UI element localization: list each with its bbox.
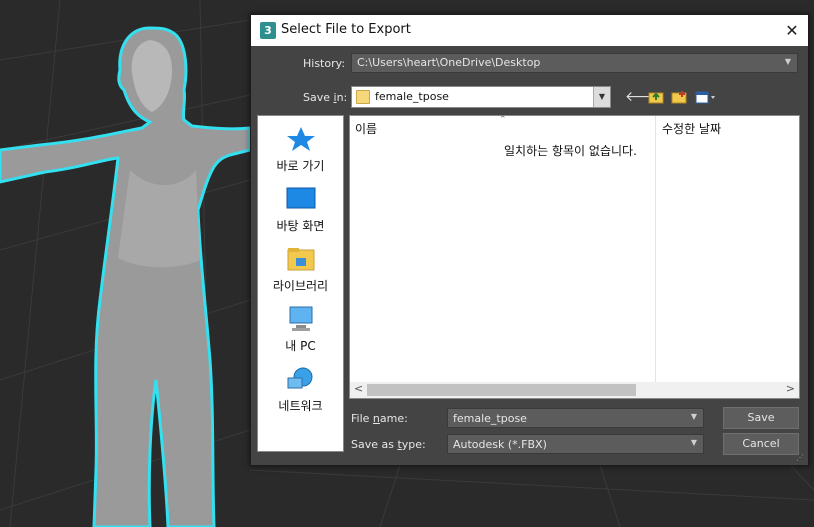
save-in-label: Save in: (303, 91, 348, 104)
save-in-dropdown[interactable]: female_tpose ▼ (351, 86, 611, 108)
3ds-max-app-icon: 3 (260, 22, 276, 39)
places-bar: 바로 가기 바탕 화면 라이브러리 내 PC 네트워크 (257, 115, 344, 452)
cancel-button[interactable]: Cancel (723, 433, 799, 455)
place-desktop[interactable]: 바탕 화면 (258, 186, 343, 234)
history-value: C:\Users\heart\OneDrive\Desktop (357, 56, 541, 69)
place-libraries[interactable]: 라이브러리 (258, 246, 343, 294)
save-button[interactable]: Save (723, 407, 799, 429)
column-divider[interactable] (655, 116, 656, 382)
horizontal-scrollbar[interactable]: < > (350, 382, 799, 398)
file-name-label: File name: (351, 412, 408, 425)
chevron-left-icon[interactable]: < (354, 382, 363, 395)
chevron-down-icon: ▼ (784, 57, 791, 66)
dialog-title: Select File to Export (281, 22, 411, 37)
network-icon (286, 366, 316, 392)
resize-grip-icon[interactable]: ⋰ (796, 453, 806, 463)
empty-list-message: 일치하는 항목이 없습니다. (504, 144, 637, 158)
save-as-type-dropdown[interactable]: Autodesk (*.FBX) ▼ (447, 434, 704, 454)
chevron-down-icon: ▼ (690, 438, 697, 447)
chevron-right-icon[interactable]: > (786, 382, 795, 395)
column-header-date-modified[interactable]: 수정한 날짜 (662, 120, 721, 137)
scrollbar-thumb[interactable] (367, 384, 636, 396)
file-name-value: female_tpose (453, 412, 527, 425)
place-label: 바탕 화면 (276, 219, 325, 233)
place-label: 라이브러리 (272, 279, 329, 293)
export-dialog: 3 Select File to Export ✕ History: C:\Us… (250, 14, 809, 466)
save-as-type-value: Autodesk (*.FBX) (453, 438, 547, 451)
save-as-type-label: Save as type: (351, 438, 426, 451)
new-folder-icon[interactable] (671, 89, 687, 105)
sort-ascending-icon: ⌃ (499, 115, 507, 125)
dialog-titlebar[interactable]: 3 Select File to Export ✕ (251, 15, 808, 46)
quick-access-star-icon (286, 126, 316, 152)
this-pc-icon (286, 306, 316, 332)
place-network[interactable]: 네트워크 (258, 366, 343, 414)
place-label: 내 PC (285, 339, 316, 353)
history-label: History: (303, 57, 346, 70)
view-menu-icon[interactable] (695, 89, 717, 105)
back-arrow-icon[interactable]: 🡐 (625, 89, 663, 105)
column-header-name[interactable]: 이름 (355, 120, 377, 137)
folder-icon (356, 90, 370, 104)
save-in-value: female_tpose (375, 90, 449, 103)
close-button[interactable]: ✕ (776, 15, 808, 46)
file-name-input[interactable]: female_tpose ▼ (447, 408, 704, 428)
place-label: 네트워크 (278, 399, 323, 413)
place-this-pc[interactable]: 내 PC (258, 306, 343, 354)
place-label: 바로 가기 (276, 159, 325, 173)
up-folder-icon[interactable] (648, 89, 664, 105)
history-dropdown[interactable]: C:\Users\heart\OneDrive\Desktop ▼ (351, 53, 798, 73)
file-list[interactable]: 이름 ⌃ 수정한 날짜 일치하는 항목이 없습니다. < > (349, 115, 800, 399)
chevron-down-icon[interactable]: ▼ (593, 87, 610, 107)
place-quick-access[interactable]: 바로 가기 (258, 126, 343, 174)
libraries-icon (286, 246, 316, 272)
chevron-down-icon[interactable]: ▼ (691, 412, 697, 421)
desktop-icon (286, 186, 316, 212)
